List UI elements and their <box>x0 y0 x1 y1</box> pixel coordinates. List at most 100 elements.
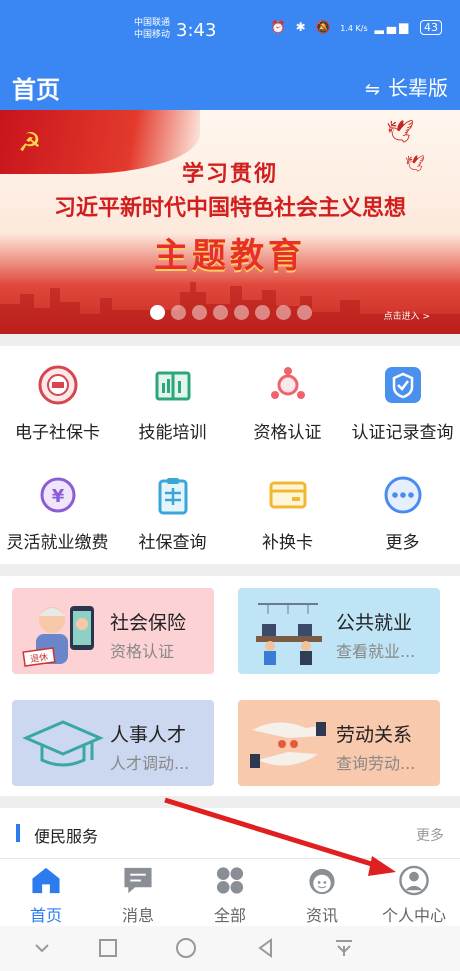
nav-messages[interactable]: 消息 <box>92 859 184 926</box>
grid-item-skill-training[interactable]: 技能培训 <box>115 346 230 456</box>
grid-item-qualification[interactable]: 资格认证 <box>230 346 345 456</box>
nav-label: 个人中心 <box>381 906 446 925</box>
card-subtitle: 查看就业... <box>336 642 416 661</box>
card-subtitle: 人才调动... <box>110 754 190 773</box>
grid-apps-icon <box>216 867 244 894</box>
home-icon <box>32 867 60 894</box>
certification-record-icon <box>382 364 424 406</box>
qualification-icon <box>267 364 309 406</box>
training-book-icon <box>152 364 194 406</box>
carousel-dots[interactable] <box>150 305 312 320</box>
section-more-link[interactable]: 更多 <box>416 825 444 845</box>
message-icon <box>124 867 152 894</box>
card-subtitle: 查询劳动... <box>336 754 416 773</box>
banner-line-1: 学习贯彻 <box>181 162 278 187</box>
clock: 3:43 <box>176 20 217 41</box>
card-title: 劳动关系 <box>336 724 413 746</box>
signal-icon: ▂▄▆ <box>374 20 412 34</box>
status-icons: ⏰ ✱ 🔕 1.4 K/s ▂▄▆ 43 <box>271 20 442 35</box>
home-button-icon[interactable] <box>174 936 198 960</box>
grid-item-flexible-employment[interactable]: ¥ 灵活就业缴费 <box>0 456 115 564</box>
grid-label: 资格认证 <box>253 423 322 443</box>
nav-all[interactable]: 全部 <box>184 859 276 926</box>
grid-label: 补换卡 <box>262 533 313 553</box>
card-subtitle: 资格认证 <box>110 642 175 661</box>
elder-mode-toggle[interactable]: ⇋ 长辈版 <box>365 72 448 101</box>
nav-home[interactable]: 首页 <box>0 859 92 926</box>
banner-line-3: 主题教育 <box>154 236 306 276</box>
social-security-card-icon <box>37 364 79 406</box>
carousel-dot[interactable] <box>213 305 228 320</box>
bottom-nav: 首页 消息 全部 资讯 个人中心 <box>0 858 460 926</box>
card-personnel-talent[interactable]: 人事人才 人才调动... <box>12 700 214 786</box>
back-icon[interactable] <box>254 936 278 960</box>
card-title: 公共就业 <box>336 612 413 634</box>
retiree-with-phone-illustration: 退休 <box>22 606 94 667</box>
grid-item-cert-record[interactable]: 认证记录查询 <box>345 346 460 456</box>
nav-label: 首页 <box>29 906 62 925</box>
system-nav-bar <box>0 926 460 971</box>
battery-icon: 43 <box>420 20 442 35</box>
carrier-names: 中国联通 中国移动 <box>134 17 170 41</box>
banner-line-2: 习近平新时代中国特色社会主义思想 <box>53 196 406 221</box>
card-social-insurance[interactable]: 退休 社会保险 资格认证 <box>12 588 214 674</box>
recent-apps-icon[interactable] <box>96 936 120 960</box>
carousel-dot[interactable] <box>276 305 291 320</box>
banner-enter-link[interactable]: 点击进入 > <box>384 309 430 322</box>
mute-icon: 🔕 <box>315 20 334 34</box>
grid-item-more[interactable]: 更多 <box>345 456 460 564</box>
svg-text:¥: ¥ <box>51 486 64 507</box>
net-speed: 1.4 K/s <box>340 24 368 33</box>
page-title: 首页 <box>12 76 60 104</box>
notification-pull-icon[interactable] <box>332 936 356 960</box>
section-title: 便民服务 <box>34 827 99 846</box>
nav-news[interactable]: 资讯 <box>276 859 368 926</box>
card-replace-icon <box>267 474 309 516</box>
bluetooth-icon: ✱ <box>295 20 309 34</box>
city-skyline-graphic <box>0 282 460 334</box>
carousel-dot[interactable] <box>192 305 207 320</box>
carousel-dot[interactable] <box>297 305 312 320</box>
grid-label: 认证记录查询 <box>351 423 454 443</box>
nav-personal-center[interactable]: 个人中心 <box>368 859 460 926</box>
alarm-icon: ⏰ <box>270 20 289 34</box>
carrier-2: 中国移动 <box>134 30 171 40</box>
card-public-employment[interactable]: 公共就业 查看就业... <box>238 588 440 674</box>
card-title: 社会保险 <box>110 612 187 634</box>
grid-label: 电子社保卡 <box>15 423 100 443</box>
grid-item-social-query[interactable]: 社保查询 <box>115 456 230 564</box>
carousel-dot[interactable] <box>150 305 165 320</box>
nav-label: 资讯 <box>305 906 338 925</box>
grid-item-e-social-card[interactable]: 电子社保卡 <box>0 346 115 456</box>
hammer-sickle-icon: ☭ <box>18 128 42 158</box>
carousel-dot[interactable] <box>171 305 186 320</box>
hands-people-illustration <box>250 722 326 768</box>
card-labor-relations[interactable]: 劳动关系 查询劳动... <box>238 700 440 786</box>
nav-label: 消息 <box>121 906 154 925</box>
promo-banner[interactable]: ☭ 🕊 🕊 学习贯彻 习近平新时代中国特色社会主义思想 主题教育 点击进入 > <box>0 110 460 334</box>
status-bar: 中国联通 中国移动 3:43 ⏰ ✱ 🔕 1.4 K/s ▂▄▆ 43 <box>0 0 460 60</box>
grid-label: 社保查询 <box>138 533 207 553</box>
feature-cards: 退休 社会保险 资格认证 公共就业 查看就业... 人事人才 人才调动... 劳… <box>0 576 460 796</box>
carousel-dot[interactable] <box>234 305 249 320</box>
bird-icon: 🕊 <box>386 120 414 145</box>
service-section-header: 便民服务 更多 <box>0 808 460 858</box>
grid-label: 灵活就业缴费 <box>6 533 109 553</box>
office-workers-illustration <box>256 603 322 665</box>
news-face-icon <box>309 868 335 895</box>
app-bar: 首页 ⇋ 长辈版 <box>0 60 460 110</box>
swap-arrows-icon: ⇋ <box>364 79 380 100</box>
more-dots-icon <box>382 474 424 516</box>
elder-mode-label: 长辈版 <box>388 76 448 100</box>
grid-item-card-replace[interactable]: 补换卡 <box>230 456 345 564</box>
yuan-payment-icon: ¥ <box>37 474 79 516</box>
clipboard-query-icon <box>152 474 194 516</box>
collapse-chevron-icon[interactable] <box>30 936 54 960</box>
card-title: 人事人才 <box>110 724 187 746</box>
user-profile-icon <box>399 865 429 896</box>
nav-label: 全部 <box>213 906 246 925</box>
service-grid: 电子社保卡 技能培训 资格认证 认证记录查询 ¥ 灵活就业缴费 社保查询 补换卡… <box>0 346 460 564</box>
grid-label: 技能培训 <box>138 423 207 443</box>
carousel-dot[interactable] <box>255 305 270 320</box>
grid-label: 更多 <box>385 533 420 553</box>
